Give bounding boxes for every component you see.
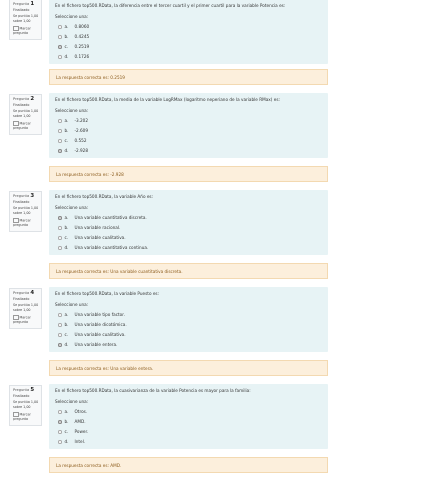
question-content-5: En el fichero top500.RData, la cuasivari…	[49, 384, 328, 449]
answer-option-c[interactable]: c. Una variable cualitativa.	[55, 330, 322, 340]
radio-button[interactable]	[58, 246, 62, 250]
answer-option-a[interactable]: a. Una variable tipo factor.	[55, 310, 322, 320]
answer-option-d[interactable]: d. Intel.	[55, 437, 322, 447]
radio-button-selected[interactable]	[58, 343, 62, 347]
answer-option-b[interactable]: b. AMD.	[55, 417, 322, 427]
answer-option-d[interactable]: d. -2.928	[55, 146, 322, 156]
radio-button[interactable]	[58, 139, 62, 143]
question-grade: Se puntúa 1,00 sobre 1,00	[13, 400, 39, 409]
radio-button[interactable]	[58, 333, 62, 337]
question-grade: Se puntúa 1,00 sobre 1,00	[13, 14, 39, 23]
question-text: En el fichero top500.RData, la diferenci…	[55, 3, 286, 8]
correct-answer-feedback: La respuesta correcta es: 0.2519	[49, 69, 328, 85]
answer-option-d[interactable]: d. 0.1726	[55, 52, 322, 62]
question-info-1: Pregunta 1 Finalizado Se puntúa 1,00 sob…	[9, 0, 42, 41]
answer-option-a[interactable]: a. Otros.	[55, 407, 322, 417]
answer-option-b[interactable]: b. Una variable racional.	[55, 223, 322, 233]
question-content-3: En el fichero top500.RData, la variable …	[49, 190, 328, 255]
flag-question-link[interactable]: Marcar pregunta	[13, 315, 39, 325]
radio-button[interactable]	[58, 25, 62, 29]
radio-button-selected[interactable]	[58, 420, 62, 424]
flag-question-link[interactable]: Marcar pregunta	[13, 121, 39, 131]
radio-button[interactable]	[58, 410, 62, 414]
question-grade: Se puntúa 1,00 sobre 1,00	[13, 303, 39, 312]
answer-prompt: Seleccione una:	[55, 399, 89, 404]
radio-button[interactable]	[58, 430, 62, 434]
flag-question-link[interactable]: Marcar pregunta	[13, 26, 39, 36]
correct-answer-feedback: La respuesta correcta es: Una variable e…	[49, 360, 328, 376]
question-grade: Se puntúa 1,00 sobre 1,00	[13, 206, 39, 215]
answer-option-b[interactable]: b. -2.609	[55, 126, 322, 136]
question-text: En el fichero top500.RData, la variable …	[55, 291, 160, 296]
question-content-2: En el fichero top500.RData, la media de …	[49, 93, 328, 158]
answer-option-a[interactable]: a. -3.202	[55, 116, 322, 126]
question-state: Finalizado	[13, 296, 30, 301]
radio-button[interactable]	[58, 226, 62, 230]
question-info-3: Pregunta 3 Finalizado Se puntúa 1,00 sob…	[9, 191, 42, 233]
answer-option-b[interactable]: b. 0.4245	[55, 32, 322, 42]
question-state: Finalizado	[13, 7, 30, 12]
question-text: En el fichero top500.RData, la variable …	[55, 194, 154, 199]
radio-button[interactable]	[58, 313, 62, 317]
answer-option-b[interactable]: b. Una variable dicotómica.	[55, 320, 322, 330]
question-number: Pregunta 1	[13, 1, 35, 7]
radio-button-selected[interactable]	[58, 45, 62, 49]
correct-answer-feedback: La respuesta correcta es: AMD.	[49, 457, 328, 473]
answer-option-d[interactable]: d. Una variable entera.	[55, 340, 322, 350]
flag-question-link[interactable]: Marcar pregunta	[13, 218, 39, 228]
answer-option-c[interactable]: c. Power.	[55, 427, 322, 437]
question-number: Pregunta 3	[13, 193, 35, 199]
question-number: Pregunta 4	[13, 290, 35, 296]
question-state: Finalizado	[13, 393, 30, 398]
correct-answer-feedback: La respuesta correcta es: -2.928	[49, 166, 328, 182]
answer-prompt: Seleccione una:	[55, 302, 89, 307]
question-state: Finalizado	[13, 102, 30, 107]
answer-option-a[interactable]: a. 0.8060	[55, 22, 322, 32]
flag-question-link[interactable]: Marcar pregunta	[13, 412, 39, 422]
question-state: Finalizado	[13, 199, 30, 204]
radio-button[interactable]	[58, 323, 62, 327]
radio-button[interactable]	[58, 440, 62, 444]
question-number: Pregunta 5	[13, 387, 35, 393]
radio-button[interactable]	[58, 236, 62, 240]
question-grade: Se puntúa 1,00 sobre 1,00	[13, 109, 39, 118]
correct-answer-feedback: La respuesta correcta es: Una variable c…	[49, 263, 328, 279]
answer-option-d[interactable]: d. Una variable cuantitativa continua.	[55, 243, 322, 253]
answer-prompt: Seleccione una:	[55, 108, 89, 113]
answer-prompt: Seleccione una:	[55, 205, 89, 210]
radio-button-selected[interactable]	[58, 216, 62, 220]
question-info-5: Pregunta 5 Finalizado Se puntúa 1,00 sob…	[9, 385, 42, 427]
radio-button[interactable]	[58, 129, 62, 133]
radio-button[interactable]	[58, 35, 62, 39]
question-info-2: Pregunta 2 Finalizado Se puntúa 1,00 sob…	[9, 94, 42, 136]
question-text: En el fichero top500.RData, la cuasivari…	[55, 388, 251, 393]
answer-option-c[interactable]: c. Una variable cualitativa.	[55, 233, 322, 243]
answer-option-a[interactable]: a. Una variable cuantitativa discreta.	[55, 213, 322, 223]
question-content-1: En el fichero top500.RData, la diferenci…	[49, 0, 328, 64]
answer-prompt: Seleccione una:	[55, 14, 89, 19]
answer-option-c[interactable]: c. 0.552	[55, 136, 322, 146]
question-text: En el fichero top500.RData, la media de …	[55, 97, 280, 102]
radio-button-selected[interactable]	[58, 149, 62, 153]
radio-button[interactable]	[58, 55, 62, 59]
question-number: Pregunta 2	[13, 96, 35, 102]
radio-button[interactable]	[58, 119, 62, 123]
answer-option-c[interactable]: c. 0.2519	[55, 42, 322, 52]
question-info-4: Pregunta 4 Finalizado Se puntúa 1,00 sob…	[9, 288, 42, 330]
question-content-4: En el fichero top500.RData, la variable …	[49, 287, 328, 352]
